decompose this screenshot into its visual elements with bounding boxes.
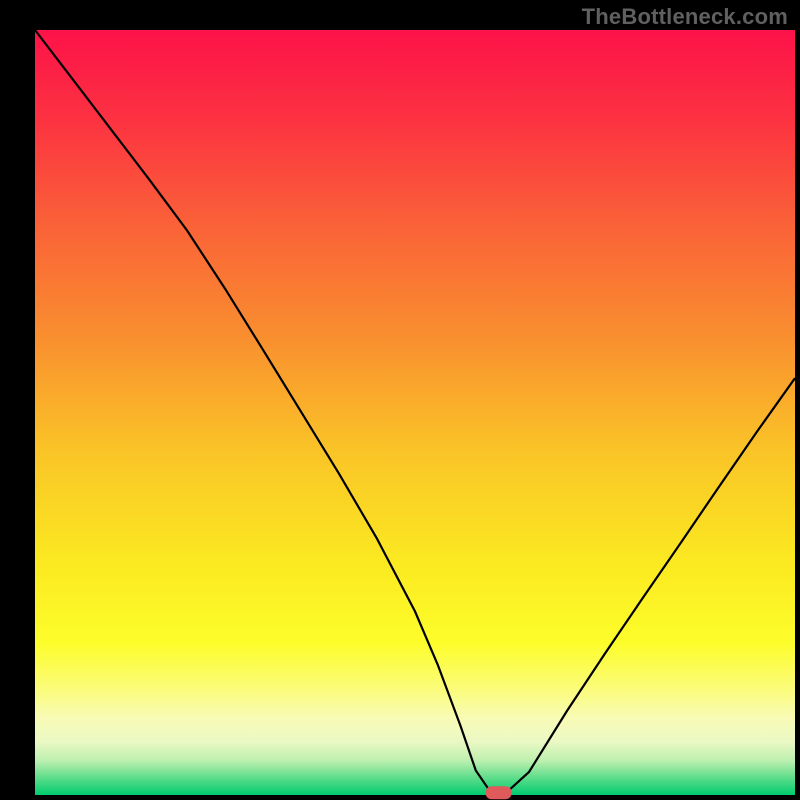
- chart-svg: [0, 0, 800, 800]
- plot-background: [35, 30, 795, 795]
- watermark-text: TheBottleneck.com: [582, 4, 788, 30]
- bottleneck-chart: TheBottleneck.com: [0, 0, 800, 800]
- optimal-marker: [486, 786, 512, 799]
